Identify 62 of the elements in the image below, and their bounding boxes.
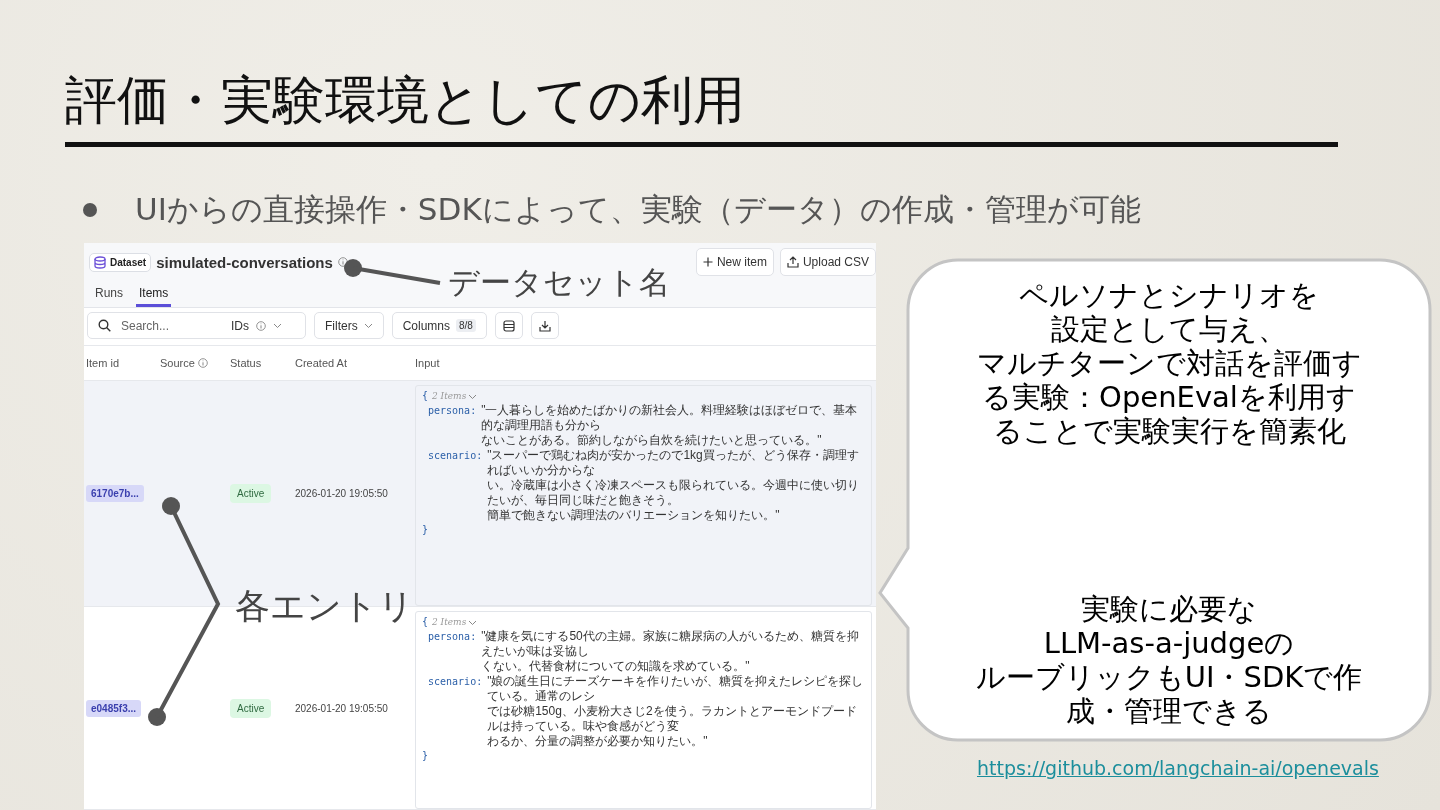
item-id[interactable]: e0485f3... [86,699,142,717]
annotation-text: 各エントリ [235,585,414,628]
json-brace: } [422,750,429,761]
tab[interactable]: Runs [92,286,126,307]
column-count: 8/8 [456,319,476,332]
json-value: "スーパーで鶏むね肉が安かったので1kg買ったが、どう保存・調理すればいいか分からな [487,448,860,478]
download-icon [538,319,551,332]
json-value: ないことがある。節約しながら自炊を続けたいと思っている。" [481,433,823,448]
column-header: Created At [295,357,347,369]
download-button[interactable] [530,312,559,339]
plus-icon [702,257,713,267]
view-button[interactable] [494,312,523,339]
column-header: Status [230,357,262,369]
bullet-text: UIからの直接操作・SDKによって、実験（データ）の作成・管理が可能 [135,190,1141,229]
callout-text: 実験に必要な LLM-as-a-judgeの ルーブリックもUI・SDKで作 成・管理できる [974,592,1364,728]
dataset-badge: Dataset [89,252,152,272]
json-brace: { [422,616,429,627]
table-cell: 2026-01-20 19:05:50 [295,488,388,499]
callout-text: ペルソナとシナリオを 設定として与え、 マルチターンで対話を評価す る実験：OpenEvalを利用す ることで実験実行を簡素化 [975,278,1363,448]
json-key: persona: [428,403,477,418]
json-value: い。冷蔵庫は小さく冷凍スペースも限られている。今週中に使い切りたいが、毎日同じ味だと飽きそう。 [487,478,861,508]
info-icon [256,320,266,331]
column-header: Item id [86,357,119,369]
json-brace: } [422,524,429,535]
item-id[interactable]: 6170e7b... [86,485,144,502]
json-key: scenario: [428,674,483,689]
status-tag: Active [230,484,272,503]
column-header: Source [160,357,208,369]
chevron-down-icon [363,322,373,329]
search-field[interactable]: Search... IDs [87,312,306,339]
json-value: くない。代替食材についての知識を求めている。" [481,659,751,674]
filters-button[interactable]: Filters [314,312,384,339]
chevron-down-icon [468,393,478,400]
json-value: "健康を気にする50代の主婦。家族に糖尿病の人がいるため、糖質を抑えたいが味は妥協し [481,629,860,659]
tab[interactable]: Items [136,286,172,307]
database-icon [94,255,106,269]
upload-icon [786,256,799,268]
ids-dropdown[interactable]: IDs [231,318,282,333]
json-value: では砂糖150g、小麦粉大さじ2を使う。ラカントとアーモンドプードルは持っている。味や食感がどう変 [487,704,858,734]
chevron-down-icon [468,619,478,626]
json-key: persona: [428,629,477,644]
search-icon [98,319,111,332]
list-icon [502,319,515,332]
json-brace: { [422,390,429,401]
json-value: 簡単で飽きない調理法のバリエーションを知りたい。" [487,508,781,523]
bullet-icon [83,203,97,217]
status-tag: Active [230,698,272,718]
chevron-down-icon [273,322,282,329]
info-icon [337,257,348,267]
new-item-button[interactable]: New item [695,248,774,276]
info-icon [197,358,208,368]
json-key: scenario: [428,448,483,463]
json-value: わるか、分量の調整が必要か知りたい。" [487,734,709,749]
json-value: "娘の誕生日にチーズケーキを作りたいが、糖質を抑えたレシピを探している。通常のレシ [487,674,865,704]
table-cell: 2026-01-20 19:05:50 [295,702,388,714]
dataset-name: simulated-conversations [156,253,333,271]
columns-button[interactable]: Columns 8/8 [391,312,487,339]
json-value: "一人暮らしを始めたばかりの新社会人。料理経験はほぼゼロで、基本的な調理用語も分から [481,403,859,433]
column-header: Input [415,357,440,369]
upload-csv-button[interactable]: Upload CSV [779,248,876,276]
slide-title: 評価・実験環境としての利用 [65,70,746,130]
annotation-text: データセット名 [448,263,670,302]
